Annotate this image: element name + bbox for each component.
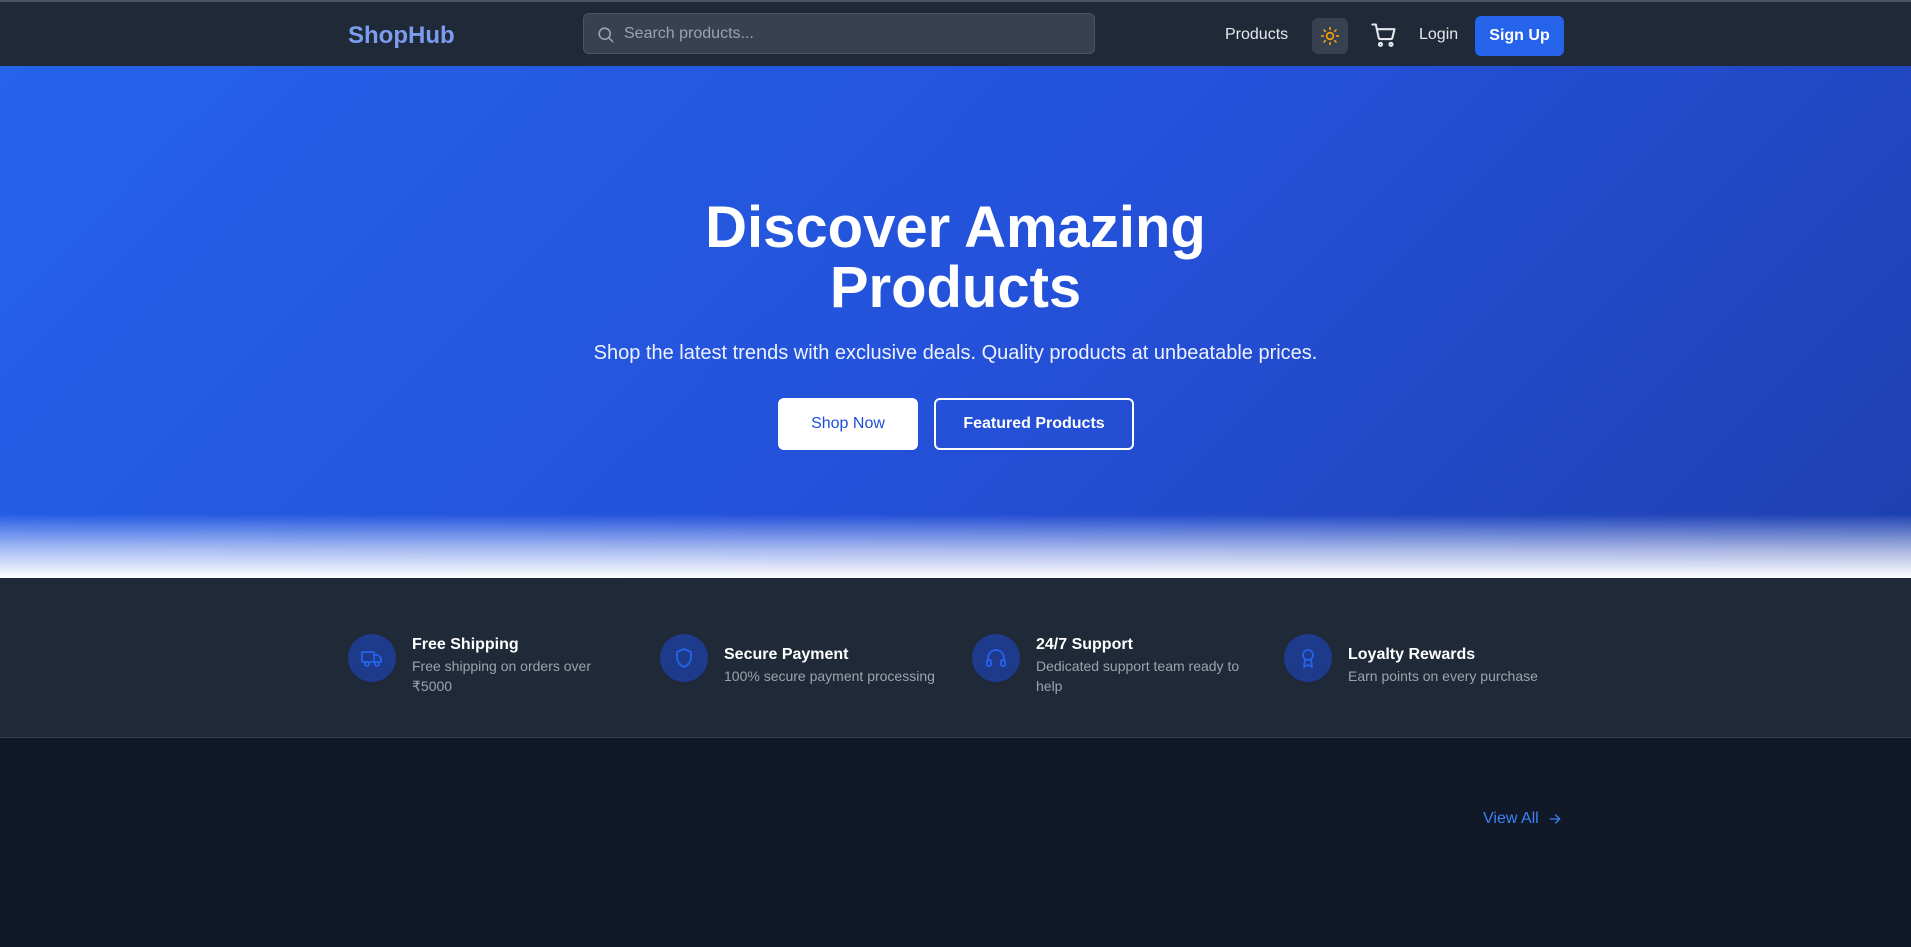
- shop-now-button[interactable]: Shop Now: [778, 398, 918, 450]
- feature-icon-badge: [1284, 634, 1332, 682]
- hero-subtitle: Shop the latest trends with exclusive de…: [593, 342, 1318, 364]
- feature-description: Dedicated support team ready to help: [1036, 658, 1240, 694]
- login-link[interactable]: Login: [1419, 26, 1458, 44]
- arrow-right-icon: [1549, 814, 1561, 824]
- hero-section: Discover Amazing Products Shop the lates…: [0, 66, 1911, 578]
- cart-icon[interactable]: [1370, 21, 1398, 49]
- view-all-link[interactable]: View All: [1483, 810, 1563, 828]
- feature-title: Loyalty Rewards: [1348, 646, 1476, 663]
- feature-icon-badge: [348, 634, 396, 682]
- feature-icon-badge: [660, 634, 708, 682]
- headphones-icon: [986, 649, 1006, 667]
- feature-title: 24/7 Support: [1036, 636, 1133, 653]
- search-icon: [598, 27, 614, 43]
- feature-title: Free Shipping: [412, 636, 519, 653]
- feature-loyalty-rewards: Loyalty Rewards Earn points on every pur…: [1284, 634, 1574, 690]
- feature-free-shipping: Free Shipping Free shipping on orders ov…: [348, 634, 638, 694]
- feature-description: Earn points on every purchase: [1348, 668, 1538, 684]
- hero-title-line1: Discover Amazing: [705, 195, 1206, 260]
- award-icon: [1302, 649, 1314, 668]
- features-section: Free Shipping Free shipping on orders ov…: [0, 578, 1911, 738]
- signup-button[interactable]: Sign Up: [1475, 16, 1564, 56]
- hero-title-line2: Products: [829, 255, 1082, 320]
- feature-title: Secure Payment: [724, 646, 849, 663]
- view-all-label: View All: [1483, 810, 1539, 827]
- feature-icon-badge: [972, 634, 1020, 682]
- feature-description: Free shipping on orders over ₹5000: [412, 658, 591, 694]
- logo[interactable]: ShopHub: [348, 22, 455, 50]
- hero-title: Discover Amazing Products: [0, 198, 1911, 318]
- search-input[interactable]: [624, 14, 1084, 53]
- hero-bottom-fade: [0, 514, 1911, 578]
- search-bar[interactable]: [583, 13, 1095, 54]
- featured-products-button[interactable]: Featured Products: [934, 398, 1134, 450]
- truck-icon: [361, 651, 382, 667]
- shield-icon: [676, 648, 692, 668]
- feature-description: 100% secure payment processing: [724, 668, 935, 684]
- theme-toggle-button[interactable]: [1312, 18, 1348, 54]
- nav-products-link[interactable]: Products: [1225, 26, 1288, 44]
- feature-support: 24/7 Support Dedicated support team read…: [972, 634, 1262, 694]
- navbar: ShopHub Products Login Sign Up: [0, 2, 1911, 66]
- sun-icon: [1320, 26, 1340, 46]
- feature-secure-payment: Secure Payment 100% secure payment proce…: [660, 634, 950, 690]
